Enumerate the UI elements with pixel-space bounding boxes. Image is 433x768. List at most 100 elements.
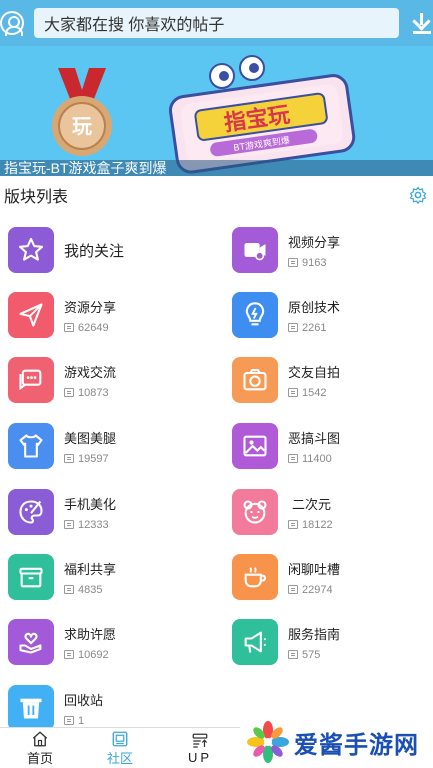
shirt-icon: [19, 434, 43, 458]
forum-name: 二次元: [292, 496, 332, 512]
post-count: 12333: [64, 519, 116, 531]
forum-item-selfie[interactable]: 交友自拍 1542: [232, 352, 340, 408]
forum-item-game-talk[interactable]: 游戏交流 10873: [8, 352, 116, 408]
tile-follow: [8, 227, 54, 273]
bottom-tab-bar: 首页 社区 UP: [0, 727, 240, 768]
comment-icon: [64, 454, 74, 463]
forum-item-follow[interactable]: 我的关注: [8, 222, 124, 278]
tile-welfare: [8, 554, 54, 600]
forum-name: 福利共享: [64, 561, 117, 577]
forum-name: 我的关注: [64, 242, 125, 260]
tab-label: UP: [187, 749, 213, 765]
forum-name: 闲聊吐槽: [288, 561, 341, 577]
comment-icon: [288, 323, 298, 332]
tab-up[interactable]: UP: [160, 728, 240, 768]
bulb-icon: [245, 302, 265, 326]
post-count: 9163: [288, 257, 340, 269]
comment-icon: [64, 650, 74, 659]
post-count: 10692: [64, 649, 116, 661]
tab-label: 首页: [26, 750, 53, 766]
medal-icon: [52, 68, 112, 156]
post-count: 1: [64, 715, 103, 727]
banner[interactable]: 玩 指宝玩 BT游戏爽到爆 指宝玩-BT游戏盒子爽到爆: [0, 46, 433, 176]
tile-acg: [232, 489, 278, 535]
video-icon: [244, 243, 266, 261]
user-icon[interactable]: [0, 11, 24, 36]
cup-icon: [244, 567, 266, 588]
comment-icon: [288, 258, 298, 267]
tab-home[interactable]: 首页: [0, 728, 80, 768]
post-count: 11400: [288, 453, 340, 465]
forum-item-theme[interactable]: 手机美化 12333: [8, 484, 116, 540]
tile-selfie: [232, 357, 278, 403]
forum-item-acg[interactable]: 二次元 18122: [232, 484, 333, 540]
tile-resources: [8, 292, 54, 338]
forum-item-resources[interactable]: 资源分享 62649: [8, 287, 116, 343]
forum-item-help[interactable]: 求助许愿 10692: [8, 614, 116, 670]
star-icon: [18, 237, 44, 261]
search-placeholder: 大家都在搜 你喜欢的帖子: [43, 17, 225, 34]
medal-text: 玩: [72, 114, 92, 138]
banner-artwork: 玩 指宝玩 BT游戏爽到爆: [52, 55, 356, 174]
pinwheel-icon: [247, 721, 289, 763]
post-count: 10873: [64, 387, 116, 399]
chat-icon: [19, 369, 42, 391]
comment-icon: [288, 454, 298, 463]
forum-item-original-tech[interactable]: 原创技术 2261: [232, 287, 340, 343]
megaphone-icon: [244, 631, 267, 653]
watermark-text: 爱酱手游网: [294, 731, 419, 759]
watermark-logo: 爱酱手游网: [246, 716, 433, 768]
tile-guide: [232, 619, 278, 665]
forum-name: 求助许愿: [64, 626, 117, 642]
tile-help: [8, 619, 54, 665]
send-icon: [19, 303, 43, 327]
section-header: 版块列表: [0, 176, 433, 214]
forum-item-pics[interactable]: 美图美腿 19597: [8, 418, 116, 474]
download-icon[interactable]: [411, 12, 433, 34]
up-icon: [192, 733, 208, 748]
forum-name: 回收站: [64, 692, 104, 708]
comment-icon: [288, 650, 298, 659]
post-count: 22974: [288, 584, 340, 596]
forum-item-chat[interactable]: 闲聊吐槽 22974: [232, 549, 340, 605]
comment-icon: [288, 520, 298, 529]
heart-hand-icon: [19, 632, 42, 654]
comment-icon: [64, 323, 74, 332]
forum-name: 游戏交流: [64, 364, 117, 380]
tab-community[interactable]: 社区: [80, 728, 160, 768]
forum-item-video[interactable]: 视频分享 9163: [232, 222, 340, 278]
forum-name: 资源分享: [64, 299, 117, 315]
tile-theme: [8, 489, 54, 535]
image-icon: [243, 435, 267, 457]
tile-original-tech: [232, 292, 278, 338]
forum-name: 视频分享: [288, 234, 341, 250]
community-icon: [112, 731, 128, 746]
post-count: 4835: [64, 584, 116, 596]
forum-name: 美图美腿: [64, 430, 117, 446]
comment-icon: [64, 388, 74, 397]
settings-icon[interactable]: [409, 186, 427, 204]
camera-icon: [243, 369, 267, 391]
trash-icon: [20, 698, 42, 719]
post-count: 19597: [64, 453, 116, 465]
tile-pics: [8, 423, 54, 469]
post-count: 62649: [64, 322, 116, 334]
home-icon: [32, 731, 48, 746]
forum-item-guide[interactable]: 服务指南 575: [232, 614, 340, 670]
forum-name: 交友自拍: [288, 364, 341, 380]
comment-icon: [288, 585, 298, 594]
tab-label: 社区: [106, 750, 133, 766]
comment-icon: [64, 520, 74, 529]
palette-icon: [19, 500, 43, 524]
tile-game-talk: [8, 357, 54, 403]
bear-icon: [243, 500, 267, 524]
post-count: 2261: [288, 322, 340, 334]
post-count: 1542: [288, 387, 340, 399]
search-input[interactable]: 大家都在搜 你喜欢的帖子: [33, 8, 400, 38]
forum-item-memes[interactable]: 恶搞斗图 11400: [232, 418, 340, 474]
forum-item-welfare[interactable]: 福利共享 4835: [8, 549, 116, 605]
post-count: 18122: [288, 519, 333, 531]
forum-name: 原创技术: [288, 299, 341, 315]
forum-name: 手机美化: [64, 496, 117, 512]
banner-caption: 指宝玩-BT游戏盒子爽到爆: [0, 160, 433, 176]
